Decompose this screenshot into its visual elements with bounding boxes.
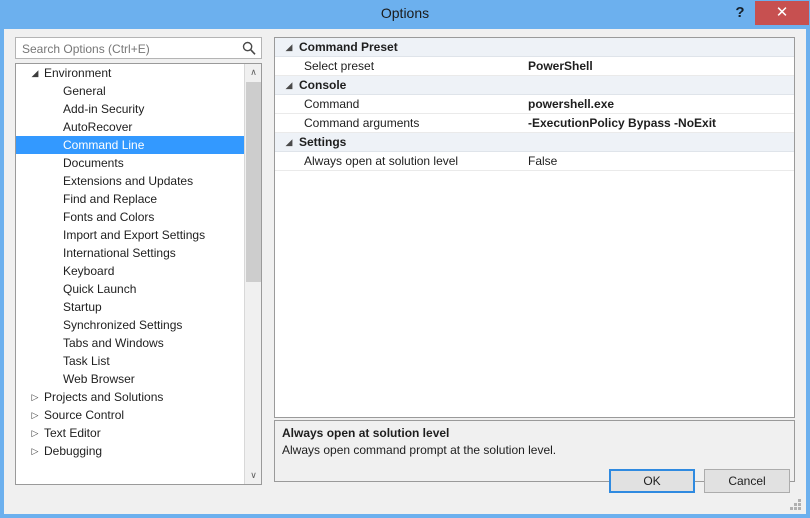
tree-item-label: Add-in Security — [63, 102, 145, 116]
tree-item-label: Fonts and Colors — [63, 210, 155, 224]
grid-category-label: Command Preset — [299, 40, 398, 54]
sidebar-item-web-browser[interactable]: Web Browser — [16, 370, 244, 388]
grid-property-row[interactable]: Command arguments -ExecutionPolicy Bypass… — [275, 114, 794, 133]
sidebar-item-autorecover[interactable]: AutoRecover — [16, 118, 244, 136]
cancel-button[interactable]: Cancel — [704, 469, 790, 493]
grid-category-row[interactable]: ◢ Settings — [275, 133, 794, 152]
chevron-down-icon[interactable]: ◢ — [283, 133, 295, 152]
tree-item-label: Environment — [44, 66, 112, 80]
tree-item-label: International Settings — [63, 246, 176, 260]
description-title: Always open at solution level — [282, 426, 450, 440]
scroll-up-icon[interactable]: ∧ — [245, 64, 261, 81]
grid-category-label: Console — [299, 78, 347, 92]
property-grid[interactable]: ◢ Command Preset Select preset PowerShell ◢ C… — [274, 37, 795, 418]
grid-property-row[interactable]: Always open at solution level False — [275, 152, 794, 171]
chevron-right-icon[interactable]: ▷ — [29, 388, 41, 406]
sidebar-item-projects-and-solutions[interactable]: ▷ Projects and Solutions — [16, 388, 244, 406]
help-button[interactable]: ? — [727, 1, 753, 25]
tree-scrollbar[interactable]: ∧ ∨ — [244, 64, 261, 484]
tree-item-label: Text Editor — [44, 426, 101, 440]
sidebar-item-import-and-export-settings[interactable]: Import and Export Settings — [16, 226, 244, 244]
chevron-right-icon[interactable]: ▷ — [29, 442, 41, 460]
grid-property-name: Always open at solution level — [304, 154, 459, 168]
sidebar-item-fonts-and-colors[interactable]: Fonts and Colors — [16, 208, 244, 226]
tree-item-label: Tabs and Windows — [63, 336, 164, 350]
tree-item-label: Quick Launch — [63, 282, 137, 296]
sidebar-item-extensions-and-updates[interactable]: Extensions and Updates — [16, 172, 244, 190]
close-button[interactable]: ✕ — [755, 1, 809, 25]
dialog-client-area: ◢EnvironmentGeneralAdd-in SecurityAutoRe… — [4, 29, 806, 514]
sidebar-item-startup[interactable]: Startup — [16, 298, 244, 316]
chevron-down-icon[interactable]: ◢ — [283, 76, 295, 95]
grid-property-name: Command — [304, 97, 360, 111]
description-text: Always open command prompt at the soluti… — [282, 443, 557, 457]
search-input[interactable] — [22, 40, 227, 58]
tree-item-label: Extensions and Updates — [63, 174, 194, 188]
sidebar-item-find-and-replace[interactable]: Find and Replace — [16, 190, 244, 208]
sidebar-item-environment[interactable]: ◢ Environment — [16, 64, 244, 82]
search-box[interactable] — [15, 37, 262, 59]
sidebar-item-source-control[interactable]: ▷ Source Control — [16, 406, 244, 424]
resize-grip[interactable] — [790, 499, 802, 511]
chevron-down-icon[interactable]: ◢ — [29, 64, 41, 82]
sidebar-item-quick-launch[interactable]: Quick Launch — [16, 280, 244, 298]
tree-item-label: Startup — [63, 300, 102, 314]
window-title: Options — [380, 5, 430, 21]
grid-property-row[interactable]: Select preset PowerShell — [275, 57, 794, 76]
grid-property-name: Select preset — [304, 59, 375, 73]
grid-property-value[interactable]: False — [528, 152, 557, 171]
chevron-right-icon[interactable]: ▷ — [29, 406, 41, 424]
tree-item-label: Debugging — [44, 444, 103, 458]
sidebar-item-documents[interactable]: Documents — [16, 154, 244, 172]
grid-property-name: Command arguments — [304, 116, 420, 130]
grid-property-value[interactable]: -ExecutionPolicy Bypass -NoExit — [528, 114, 716, 133]
tree-item-label: Projects and Solutions — [44, 390, 164, 404]
grid-property-value[interactable]: PowerShell — [528, 57, 593, 76]
tree-item-label: Task List — [63, 354, 110, 368]
tree-item-label: General — [63, 84, 106, 98]
grid-category-row[interactable]: ◢ Command Preset — [275, 38, 794, 57]
search-icon — [242, 41, 256, 55]
options-dialog: Options ? ✕ ◢EnvironmentGeneralAdd-in Se… — [0, 0, 810, 518]
sidebar-item-general[interactable]: General — [16, 82, 244, 100]
tree-item-label: Keyboard — [63, 264, 115, 278]
chevron-right-icon[interactable]: ▷ — [29, 424, 41, 442]
sidebar-item-add-in-security[interactable]: Add-in Security — [16, 100, 244, 118]
scroll-down-icon[interactable]: ∨ — [245, 467, 261, 484]
sidebar-item-tabs-and-windows[interactable]: Tabs and Windows — [16, 334, 244, 352]
tree-item-label: Command Line — [63, 138, 145, 152]
tree-item-label: Synchronized Settings — [63, 318, 183, 332]
sidebar-item-international-settings[interactable]: International Settings — [16, 244, 244, 262]
sidebar-item-keyboard[interactable]: Keyboard — [16, 262, 244, 280]
grid-property-row[interactable]: Command powershell.exe — [275, 95, 794, 114]
scrollbar-thumb[interactable] — [246, 82, 261, 282]
grid-category-row[interactable]: ◢ Console — [275, 76, 794, 95]
sidebar-item-debugging[interactable]: ▷ Debugging — [16, 442, 244, 460]
sidebar-item-text-editor[interactable]: ▷ Text Editor — [16, 424, 244, 442]
tree-item-list: ◢ Environment General Add-in Security AutoRe… — [16, 64, 244, 484]
tree-item-label: AutoRecover — [63, 120, 133, 134]
tree-item-label: Source Control — [44, 408, 125, 422]
chevron-down-icon[interactable]: ◢ — [283, 38, 295, 57]
options-tree[interactable]: ◢ Environment General Add-in Security AutoRe… — [15, 63, 262, 485]
tree-item-label: Find and Replace — [63, 192, 158, 206]
grid-category-label: Settings — [299, 135, 347, 149]
tree-item-label: Documents — [63, 156, 124, 170]
sidebar-item-command-line[interactable]: Command Line — [16, 136, 244, 154]
tree-item-label: Import and Export Settings — [63, 228, 206, 242]
title-bar: Options ? ✕ — [0, 0, 810, 29]
grid-property-value[interactable]: powershell.exe — [528, 95, 614, 114]
sidebar-item-task-list[interactable]: Task List — [16, 352, 244, 370]
sidebar-item-synchronized-settings[interactable]: Synchronized Settings — [16, 316, 244, 334]
tree-item-label: Web Browser — [63, 372, 135, 386]
ok-button[interactable]: OK — [609, 469, 695, 493]
